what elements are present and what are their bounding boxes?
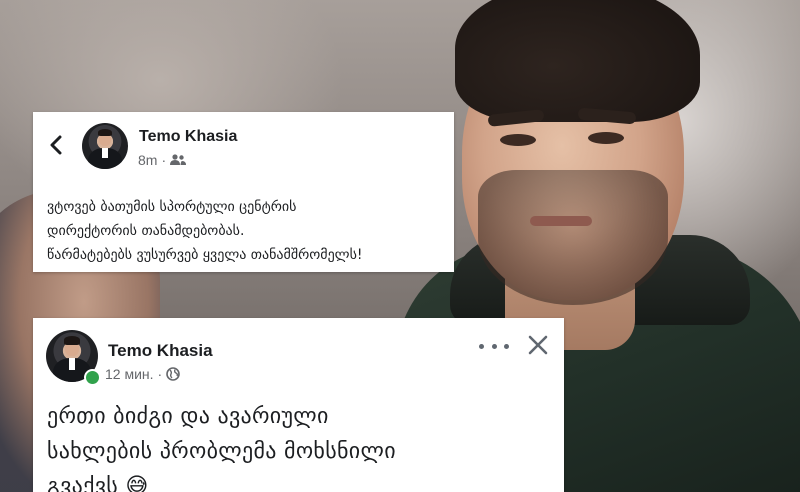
post-meta: 12 мин. · [105,366,181,382]
author-name[interactable]: Temo Khasia [139,128,237,146]
avatar[interactable] [82,123,128,169]
post-card-new: Temo Khasia 12 мин. · ერთი ბიძგი და ავარ… [33,318,564,492]
post-text-line: სახლების პრობლემა მოხსნილი [47,439,396,464]
man-beard [478,170,668,305]
post-meta: 8m · [138,152,187,168]
man-hair [455,0,700,122]
meta-separator: · [161,152,167,168]
meta-separator: · [157,366,163,382]
dot [504,343,509,349]
chevron-left-icon [50,135,62,155]
more-options-button[interactable] [479,338,509,354]
friends-icon[interactable] [170,154,187,166]
globe-icon[interactable] [166,367,181,381]
post-time[interactable]: 12 мин. [105,366,154,382]
post-text-line: წარმატებებს ვუსურვებ ყველა თანამშრომელს! [47,247,363,263]
post-card-old: Temo Khasia 8m · ვტოვებ ბათუმის სპორტული… [33,112,454,272]
close-button[interactable] [527,334,549,356]
online-status-dot [84,369,101,386]
man-eye-right [588,132,624,144]
post-time[interactable]: 8m [138,152,157,168]
man-mouth [530,216,592,226]
back-button[interactable] [45,132,67,158]
post-text: ვტოვებ ბათუმის სპორტული ცენტრის დირექტორ… [47,195,447,267]
post-text-line: დირექტორის თანამდებობას. [47,223,245,239]
post-text-line: გვაქვს 😅 [47,474,149,492]
man-eye-left [500,134,536,146]
dot [479,343,484,349]
close-icon [528,335,548,355]
author-name[interactable]: Temo Khasia [108,341,213,361]
dot [491,343,497,349]
post-text: ერთი ბიძგი და ავარიული სახლების პრობლემა… [47,399,557,492]
post-text-line: ერთი ბიძგი და ავარიული [47,404,329,429]
post-text-line: ვტოვებ ბათუმის სპორტული ცენტრის [47,199,297,215]
